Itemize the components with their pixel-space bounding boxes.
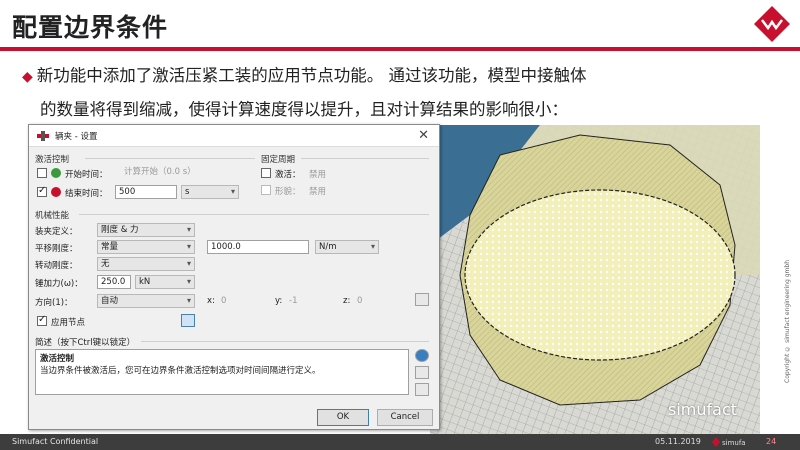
rot-stiff-select[interactable]: 无 ▾ (97, 257, 195, 271)
start-time-checkbox[interactable] (37, 168, 47, 178)
description-box: 激活控制 当边界条件被激活后，您可在边界条件激活控制选项对时间间隔进行定义。 (35, 349, 409, 395)
chevron-down-icon: ▾ (186, 296, 191, 305)
z-value: 0 (357, 296, 363, 306)
end-time-unit-select[interactable]: s ▾ (181, 185, 239, 199)
chevron-down-icon: ▾ (186, 277, 191, 286)
svg-text:simufact: simufact (722, 439, 746, 447)
clamp-force-label: 锤加力(ω)： (35, 279, 83, 289)
dialog-titlebar: 辆夹 - 设置 ✕ (29, 125, 439, 147)
help-icon[interactable] (415, 366, 429, 379)
direction-value: 自动 (101, 296, 119, 306)
watermark-text: simufact (668, 400, 738, 419)
deform-checkbox (261, 185, 271, 195)
close-icon[interactable]: ✕ (418, 128, 429, 143)
footer-brand-logo-icon: simufact (712, 437, 746, 447)
clamp-force-unit-select[interactable]: kN ▾ (135, 275, 195, 289)
footer-page-number: 24 (766, 437, 777, 446)
footer-confidential: Simufact Confidential (12, 437, 99, 446)
divider (301, 158, 429, 159)
activate-value: 禁用 (309, 170, 327, 180)
clamp-force-field[interactable]: 250.0 (97, 275, 131, 289)
cancel-button[interactable]: Cancel (377, 409, 433, 426)
trans-stiff-unit-select[interactable]: N/m ▾ (315, 240, 379, 254)
bullet-line-1: ◆ 新功能中添加了激活压紧工装的应用节点功能。 通过该功能，模型中接触体 (22, 62, 587, 86)
dialog-title: 辆夹 - 设置 (55, 131, 98, 142)
z-label: z: (343, 296, 351, 306)
direction-select[interactable]: 自动 ▾ (97, 294, 195, 308)
clamp-tool-icon (37, 130, 49, 141)
end-time-field[interactable]: 500 (115, 185, 177, 199)
clamp-force-unit: kN (139, 277, 151, 287)
chevron-down-icon: ▾ (230, 187, 235, 196)
start-time-field: 计算开始（0.0 s） (121, 166, 231, 180)
slide-title: 配置边界条件 (12, 13, 169, 42)
lock-icon[interactable] (415, 383, 429, 396)
activate-label: 激活： (275, 170, 301, 180)
activation-group-label: 激活控制 (35, 155, 70, 165)
clamp-settings-dialog: 辆夹 - 设置 ✕ 激活控制 开始时间： 计算开始（0.0 s） 结束时间： 5… (28, 124, 440, 430)
end-icon (51, 187, 61, 197)
chevron-down-icon: ▾ (186, 225, 191, 234)
direction-label: 方向(1)： (35, 298, 73, 308)
y-label: y: (275, 296, 283, 306)
desc-label: 简述（按下Ctrl键以锁定） (35, 338, 136, 348)
info-icon[interactable] (415, 349, 429, 362)
mesh-scene-image (430, 125, 760, 435)
simufact-logo-icon (754, 6, 790, 42)
direction-pick-icon[interactable] (415, 293, 429, 306)
ok-button[interactable]: OK (317, 409, 369, 426)
deform-value: 禁用 (309, 187, 327, 197)
trans-stiff-unit: N/m (319, 242, 337, 252)
bullet-diamond-icon: ◆ (22, 69, 33, 85)
clamp-def-label: 装夹定义： (35, 227, 78, 237)
trans-stiff-value: 常量 (101, 242, 119, 252)
trans-stiff-select[interactable]: 常量 ▾ (97, 240, 195, 254)
slide: 配置边界条件 ◆ 新功能中添加了激活压紧工装的应用节点功能。 通过该功能，模型中接… (0, 0, 800, 450)
chevron-down-icon: ▾ (186, 259, 191, 268)
chevron-down-icon: ▾ (186, 242, 191, 251)
apply-nodes-label: 应用节点 (51, 318, 86, 328)
desc-heading: 激活控制 (40, 354, 75, 364)
trans-stiff-label: 平移刚度： (35, 244, 78, 254)
node-table-icon[interactable] (181, 314, 195, 327)
end-time-unit: s (185, 187, 190, 197)
footer-date: 05.11.2019 (655, 437, 701, 446)
end-time-checkbox[interactable] (37, 185, 47, 197)
rot-stiff-label: 转动刚度： (35, 261, 78, 271)
footer-bar: Simufact Confidential 05.11.2019 simufac… (0, 434, 800, 450)
divider (141, 341, 429, 342)
copyright-text: Copyright © simufact engineering gmbh (784, 260, 791, 383)
trans-stiff-field[interactable]: 1000.0 (207, 240, 309, 254)
deform-label: 形貌： (275, 187, 301, 197)
x-label: x: (207, 296, 215, 306)
fixed-period-group-label: 固定周期 (261, 155, 296, 165)
rot-stiff-value: 无 (101, 259, 110, 269)
clamp-def-select[interactable]: 刚度 & 力 ▾ (97, 223, 195, 237)
clamp-def-value: 刚度 & 力 (101, 225, 139, 235)
chevron-down-icon: ▾ (370, 242, 375, 251)
divider (79, 214, 429, 215)
activate-checkbox[interactable] (261, 168, 271, 178)
bullet-text-1: 新功能中添加了激活压紧工装的应用节点功能。 通过该功能，模型中接触体 (36, 66, 587, 85)
y-value: -1 (289, 296, 298, 306)
desc-text: 当边界条件被激活后，您可在边界条件激活控制选项对时间间隔进行定义。 (40, 366, 321, 376)
apply-nodes-checkbox[interactable] (37, 314, 47, 326)
start-time-label: 开始时间： (65, 170, 108, 180)
mech-group-label: 机械性能 (35, 211, 70, 221)
divider (85, 158, 255, 159)
end-time-label: 结束时间： (65, 189, 108, 199)
title-rule (0, 47, 800, 51)
x-value: 0 (221, 296, 227, 306)
start-icon (51, 168, 61, 178)
bullet-line-2: 的数量将得到缩减，使得计算速度得以提升，且对计算结果的影响很小： (40, 100, 568, 119)
